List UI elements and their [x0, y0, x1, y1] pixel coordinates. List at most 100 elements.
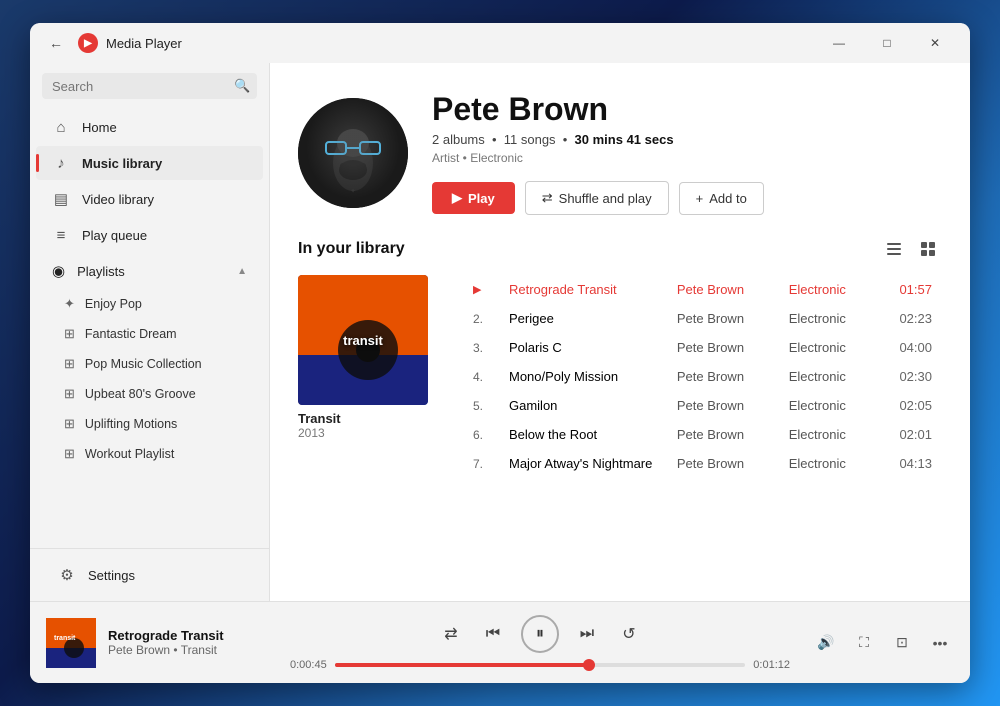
album-art-label: transit: [343, 333, 383, 348]
playlist-pop-music-icon: ⊞: [64, 356, 75, 372]
play-button[interactable]: ▶ Play: [432, 182, 515, 214]
list-view-icon: [886, 241, 902, 257]
play-triangle-icon: ▶: [452, 190, 462, 206]
playlist-item-uplifting-motions[interactable]: ⊞ Uplifting Motions: [36, 410, 263, 438]
total-time: 0:01:12: [753, 659, 790, 671]
track-genre: Electronic: [789, 427, 882, 442]
track-duration: 02:30: [882, 369, 932, 384]
playlist-item-fantastic-dream[interactable]: ⊞ Fantastic Dream: [36, 320, 263, 348]
artist-genre: Artist • Electronic: [432, 151, 942, 165]
track-artist: Pete Brown: [677, 456, 789, 471]
track-row[interactable]: 2. Perigee Pete Brown Electronic 02:23: [463, 304, 942, 333]
track-duration: 01:57: [882, 282, 932, 297]
sidebar-item-music-library-label: Music library: [82, 156, 162, 171]
sidebar-item-home[interactable]: ⌂ Home: [36, 110, 263, 144]
volume-icon: 🔊: [817, 634, 834, 651]
track-row[interactable]: ▶ Retrograde Transit Pete Brown Electron…: [463, 275, 942, 304]
album-art: transit: [298, 275, 428, 405]
playlist-item-upbeat-groove[interactable]: ⊞ Upbeat 80's Groove: [36, 380, 263, 408]
previous-button[interactable]: ⏮: [479, 620, 507, 648]
library-header: In your library: [298, 235, 942, 263]
fullscreen-button[interactable]: ⛶: [850, 629, 878, 657]
library-content: transit Transit 2013 ▶ Retrograde Transi…: [298, 275, 942, 478]
track-title: Below the Root: [509, 427, 677, 442]
tracks-list: ▶ Retrograde Transit Pete Brown Electron…: [463, 275, 942, 478]
track-row[interactable]: 4. Mono/Poly Mission Pete Brown Electron…: [463, 362, 942, 391]
playlist-item-pop-music-collection[interactable]: ⊞ Pop Music Collection: [36, 350, 263, 378]
back-button[interactable]: ←: [42, 29, 70, 57]
library-section: In your library: [270, 235, 970, 601]
shuffle-play-button[interactable]: ⇄ Shuffle and play: [525, 181, 669, 215]
sidebar-item-play-queue-label: Play queue: [82, 228, 147, 243]
grid-view-button[interactable]: [914, 235, 942, 263]
playlists-label: Playlists: [77, 264, 125, 279]
playlist-uplifting-icon: ⊞: [64, 416, 75, 432]
track-genre: Electronic: [789, 282, 882, 297]
track-title: Mono/Poly Mission: [509, 369, 677, 384]
pause-icon: ⏸: [536, 625, 544, 643]
search-input[interactable]: [52, 79, 228, 94]
sidebar: 🔍 ⌂ Home ♪ Music library ▤ Video library…: [30, 63, 270, 601]
search-box[interactable]: 🔍: [42, 73, 257, 99]
library-view-buttons: [880, 235, 942, 263]
music-library-icon: ♪: [52, 154, 70, 172]
playlist-item-enjoy-pop[interactable]: ✦ Enjoy Pop: [36, 290, 263, 318]
repeat-button[interactable]: ↺: [615, 620, 643, 648]
next-button[interactable]: ⏭: [573, 620, 601, 648]
maximize-button[interactable]: □: [864, 27, 910, 59]
artist-duration: 30 mins 41 secs: [575, 132, 674, 147]
sidebar-item-music-library[interactable]: ♪ Music library: [36, 146, 263, 180]
search-icon: 🔍: [234, 78, 250, 94]
track-artist: Pete Brown: [677, 311, 789, 326]
sidebar-item-settings[interactable]: ⚙ Settings: [42, 558, 257, 592]
track-row[interactable]: 7. Major Atway's Nightmare Pete Brown El…: [463, 449, 942, 478]
track-genre: Electronic: [789, 369, 882, 384]
app-window: ← ▶ Media Player — □ ✕ 🔍 ⌂ Home ♪: [30, 23, 970, 683]
progress-knob[interactable]: [583, 659, 595, 671]
close-button[interactable]: ✕: [912, 27, 958, 59]
progress-fill: [335, 663, 590, 667]
track-duration: 02:23: [882, 311, 932, 326]
fullscreen-icon: ⛶: [859, 634, 869, 651]
sidebar-item-video-library[interactable]: ▤ Video library: [36, 182, 263, 216]
track-row[interactable]: 5. Gamilon Pete Brown Electronic 02:05: [463, 391, 942, 420]
albums-count: 2 albums: [432, 132, 485, 147]
sidebar-item-play-queue[interactable]: ≡ Play queue: [36, 218, 263, 252]
pause-button[interactable]: ⏸: [521, 615, 559, 653]
window-controls: — □ ✕: [816, 27, 958, 59]
volume-button[interactable]: 🔊: [812, 629, 840, 657]
playlist-uplifting-label: Uplifting Motions: [85, 417, 177, 431]
songs-count: 11 songs: [504, 132, 556, 147]
track-number: 5.: [473, 399, 483, 413]
now-playing-center: ⇄ ⏮ ⏸ ⏭ ↺ 0:00:45: [280, 615, 800, 671]
progress-bar[interactable]: [335, 663, 746, 667]
track-title: Perigee: [509, 311, 677, 326]
playlist-workout-icon: ⊞: [64, 446, 75, 462]
shuffle-button[interactable]: ⇄: [437, 620, 465, 648]
shuffle-icon: ⇄: [542, 190, 553, 206]
track-artist: Pete Brown: [677, 340, 789, 355]
track-number: 3.: [473, 341, 483, 355]
list-view-button[interactable]: [880, 235, 908, 263]
grid-view-icon: [920, 241, 936, 257]
progress-container: 0:00:45 0:01:12: [290, 659, 790, 671]
track-duration: 02:05: [882, 398, 932, 413]
chevron-up-icon: ▲: [237, 266, 247, 277]
track-number: 4.: [473, 370, 483, 384]
app-title: Media Player: [106, 36, 182, 51]
track-duration: 04:00: [882, 340, 932, 355]
playlist-fantastic-dream-icon: ⊞: [64, 326, 75, 342]
playlist-item-workout-playlist[interactable]: ⊞ Workout Playlist: [36, 440, 263, 468]
add-to-button[interactable]: + Add to: [679, 182, 764, 215]
miniplayer-icon: ⊡: [896, 634, 908, 651]
minimize-button[interactable]: —: [816, 27, 862, 59]
album-card[interactable]: transit Transit 2013: [298, 275, 443, 478]
playlist-pop-music-label: Pop Music Collection: [85, 357, 202, 371]
more-button[interactable]: •••: [926, 629, 954, 657]
playlists-section-header[interactable]: ◉ Playlists ▲: [36, 254, 263, 288]
playlist-fantastic-dream-label: Fantastic Dream: [85, 327, 177, 341]
track-row[interactable]: 6. Below the Root Pete Brown Electronic …: [463, 420, 942, 449]
track-genre: Electronic: [789, 311, 882, 326]
miniplayer-button[interactable]: ⊡: [888, 629, 916, 657]
track-row[interactable]: 3. Polaris C Pete Brown Electronic 04:00: [463, 333, 942, 362]
